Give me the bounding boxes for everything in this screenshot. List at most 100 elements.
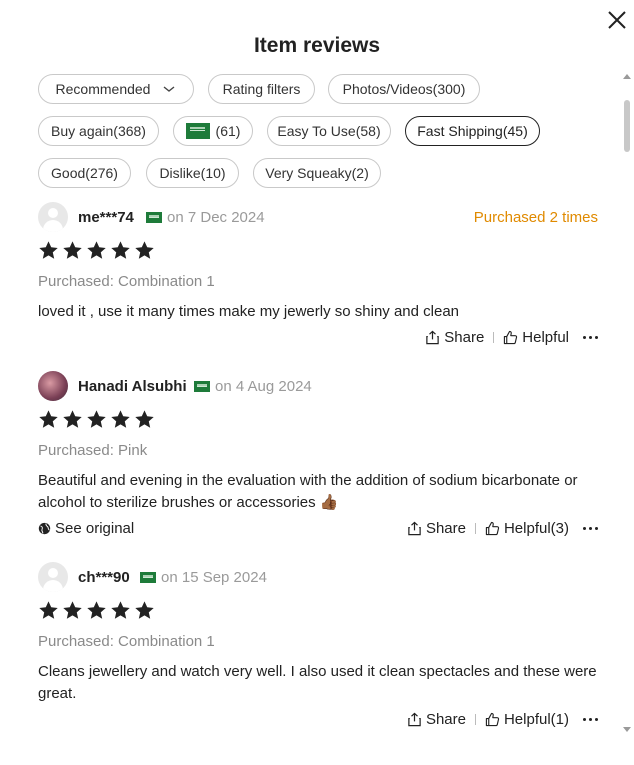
country-filter-chip[interactable]: (61) bbox=[173, 116, 253, 146]
star-icon bbox=[63, 410, 82, 428]
helpful-label: Helpful(1) bbox=[503, 711, 569, 728]
star-icon bbox=[111, 241, 130, 259]
easy-to-use-chip[interactable]: Easy To Use(58) bbox=[267, 116, 391, 146]
helpful-button[interactable]: Helpful(3) bbox=[485, 520, 569, 537]
photos-videos-chip[interactable]: Photos/Videos(300) bbox=[328, 74, 480, 104]
dislike-chip[interactable]: Dislike(10) bbox=[146, 158, 239, 188]
star-rating bbox=[38, 409, 155, 430]
more-icon[interactable] bbox=[583, 336, 598, 339]
review-date-text: on 4 Aug 2024 bbox=[215, 378, 312, 395]
share-label: Share bbox=[444, 329, 485, 346]
saudi-flag-icon bbox=[194, 381, 210, 392]
star-icon bbox=[111, 601, 130, 619]
purchased-variant: Purchased: Pink bbox=[38, 442, 148, 459]
helpful-label: Helpful(3) bbox=[503, 520, 569, 537]
review-item: me***74 on 7 Dec 2024 Purchased 2 times … bbox=[38, 202, 598, 352]
more-icon[interactable] bbox=[583, 718, 598, 721]
star-icon bbox=[39, 410, 58, 428]
good-chip[interactable]: Good(276) bbox=[38, 158, 131, 188]
review-date: on 15 Sep 2024 bbox=[140, 569, 267, 586]
star-icon bbox=[39, 601, 58, 619]
fast-shipping-label: Fast Shipping(45) bbox=[417, 123, 528, 139]
scroll-up-arrow[interactable] bbox=[623, 74, 631, 79]
reviewer-name: Hanadi Alsubhi bbox=[78, 378, 187, 395]
purchased-variant: Purchased: Combination 1 bbox=[38, 633, 215, 650]
star-rating bbox=[38, 600, 155, 621]
avatar bbox=[38, 371, 68, 401]
review-actions: Share Helpful(3) bbox=[407, 520, 598, 537]
helpful-button[interactable]: Helpful(1) bbox=[485, 711, 569, 728]
share-icon bbox=[408, 712, 421, 727]
buy-again-label: Buy again(368) bbox=[51, 123, 146, 139]
saudi-flag-icon bbox=[185, 123, 210, 139]
globe-icon bbox=[38, 522, 51, 535]
very-squeaky-chip[interactable]: Very Squeaky(2) bbox=[253, 158, 381, 188]
star-rating bbox=[38, 240, 155, 261]
star-icon bbox=[87, 241, 106, 259]
sort-label: Recommended bbox=[55, 81, 151, 97]
star-icon bbox=[63, 601, 82, 619]
review-date: on 4 Aug 2024 bbox=[194, 378, 312, 395]
review-date: on 7 Dec 2024 bbox=[146, 209, 265, 226]
default-avatar-icon bbox=[38, 562, 68, 592]
rating-filters-label: Rating filters bbox=[222, 81, 301, 97]
star-icon bbox=[135, 241, 154, 259]
saudi-flag-icon bbox=[146, 212, 162, 223]
star-icon bbox=[63, 241, 82, 259]
purchased-variant: Purchased: Combination 1 bbox=[38, 273, 215, 290]
thumbs-up-icon bbox=[485, 712, 500, 727]
share-icon bbox=[426, 330, 439, 345]
action-divider bbox=[474, 523, 476, 534]
review-text: loved it , use it many times make my jew… bbox=[38, 303, 460, 320]
star-icon bbox=[87, 601, 106, 619]
more-icon[interactable] bbox=[583, 527, 598, 530]
share-button[interactable]: Share bbox=[407, 711, 466, 728]
review-actions: Share Helpful bbox=[425, 329, 598, 346]
rating-filters-button[interactable]: Rating filters bbox=[208, 74, 315, 104]
review-item: Hanadi Alsubhi on 4 Aug 2024 Purchased: … bbox=[38, 371, 598, 546]
photos-videos-label: Photos/Videos(300) bbox=[342, 81, 466, 97]
review-actions: Share Helpful(1) bbox=[407, 711, 598, 728]
action-divider bbox=[474, 714, 476, 725]
share-button[interactable]: Share bbox=[407, 520, 466, 537]
share-label: Share bbox=[425, 711, 466, 728]
chevron-down-icon bbox=[164, 86, 175, 92]
scroll-thumb[interactable] bbox=[624, 100, 630, 152]
thumbs-up-icon bbox=[485, 521, 500, 536]
review-text: Cleans jewellery and watch very well. I … bbox=[38, 663, 597, 702]
sort-dropdown[interactable]: Recommended bbox=[38, 74, 194, 104]
review-date-text: on 15 Sep 2024 bbox=[161, 569, 267, 586]
star-icon bbox=[135, 601, 154, 619]
share-icon bbox=[408, 521, 421, 536]
review-text: Beautiful and evening in the evaluation … bbox=[38, 472, 578, 511]
review-item: ch***90 on 15 Sep 2024 Purchased: Combin… bbox=[38, 562, 598, 737]
page-title: Item reviews bbox=[253, 34, 381, 57]
star-icon bbox=[39, 241, 58, 259]
easy-to-use-label: Easy To Use(58) bbox=[277, 123, 381, 139]
scroll-down-arrow[interactable] bbox=[623, 727, 631, 732]
buy-again-chip[interactable]: Buy again(368) bbox=[38, 116, 159, 146]
action-divider bbox=[493, 332, 495, 343]
close-icon[interactable] bbox=[605, 8, 629, 32]
saudi-flag-icon bbox=[140, 572, 156, 583]
see-original-label: See original bbox=[55, 520, 135, 537]
dislike-label: Dislike(10) bbox=[159, 165, 226, 181]
good-label: Good(276) bbox=[51, 165, 118, 181]
purchased-times-badge: Purchased 2 times bbox=[473, 209, 598, 226]
star-icon bbox=[135, 410, 154, 428]
helpful-label: Helpful bbox=[522, 329, 569, 346]
share-label: Share bbox=[425, 520, 466, 537]
star-icon bbox=[87, 410, 106, 428]
very-squeaky-label: Very Squeaky(2) bbox=[265, 165, 369, 181]
helpful-button[interactable]: Helpful bbox=[503, 329, 569, 346]
default-avatar-icon bbox=[38, 202, 68, 232]
country-count-label: (61) bbox=[215, 123, 241, 139]
see-original-link[interactable]: See original bbox=[38, 520, 134, 537]
share-button[interactable]: Share bbox=[425, 329, 484, 346]
scrollbar[interactable] bbox=[622, 72, 632, 734]
star-icon bbox=[111, 410, 130, 428]
reviewer-name: ch***90 bbox=[78, 569, 130, 586]
thumbs-up-icon bbox=[504, 330, 518, 345]
fast-shipping-chip[interactable]: Fast Shipping(45) bbox=[405, 116, 540, 146]
reviewer-name: me***74 bbox=[78, 209, 134, 226]
